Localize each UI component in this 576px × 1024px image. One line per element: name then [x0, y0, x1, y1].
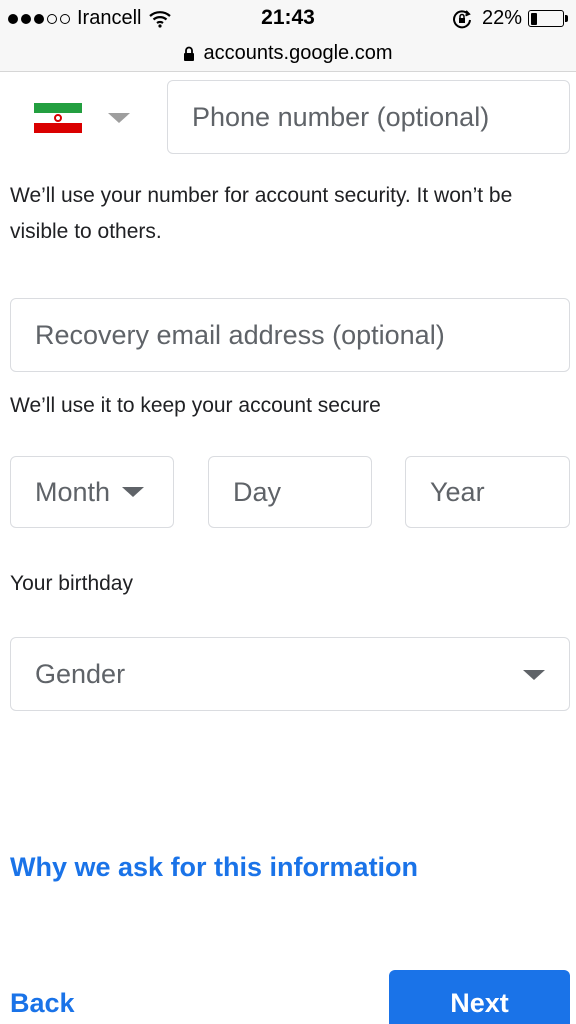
- phone-number-placeholder: Phone number (optional): [192, 101, 490, 132]
- chevron-down-icon: [108, 113, 130, 123]
- year-input[interactable]: Year: [405, 456, 570, 528]
- month-label: Month: [35, 476, 111, 507]
- signup-page: Irancell 21:43 22% accounts.google.com P…: [0, 0, 576, 1024]
- month-select[interactable]: Month: [10, 456, 174, 528]
- recovery-email-placeholder: Recovery email address (optional): [35, 319, 445, 350]
- recovery-helper-text: We’ll use it to keep your account secure: [10, 394, 381, 417]
- gender-select[interactable]: Gender: [10, 637, 570, 711]
- iran-flag-icon: [34, 103, 82, 133]
- back-button[interactable]: Back: [10, 988, 75, 1019]
- day-input[interactable]: Day: [208, 456, 372, 528]
- birthday-helper-text: Your birthday: [10, 572, 133, 595]
- rotation-lock-icon: [453, 9, 471, 28]
- phone-helper-text: We’ll use your number for account securi…: [10, 184, 513, 243]
- country-code-select[interactable]: [34, 102, 134, 134]
- url-bar[interactable]: accounts.google.com: [0, 36, 576, 72]
- url-text: accounts.google.com: [203, 42, 393, 64]
- lock-icon: [184, 46, 195, 61]
- status-right: 22%: [452, 7, 568, 30]
- day-placeholder: Day: [233, 476, 282, 507]
- battery-icon: [528, 10, 568, 27]
- next-button[interactable]: Next: [389, 970, 570, 1024]
- why-we-ask-link[interactable]: Why we ask for this information: [10, 852, 418, 883]
- phone-number-input[interactable]: Phone number (optional): [167, 80, 570, 154]
- year-placeholder: Year: [430, 476, 485, 507]
- recovery-email-input[interactable]: Recovery email address (optional): [10, 298, 570, 372]
- chevron-down-icon: [122, 487, 145, 497]
- chevron-down-icon: [523, 670, 545, 680]
- gender-label: Gender: [35, 658, 126, 689]
- status-bar: Irancell 21:43 22%: [0, 0, 576, 36]
- battery-percent: 22%: [481, 7, 522, 29]
